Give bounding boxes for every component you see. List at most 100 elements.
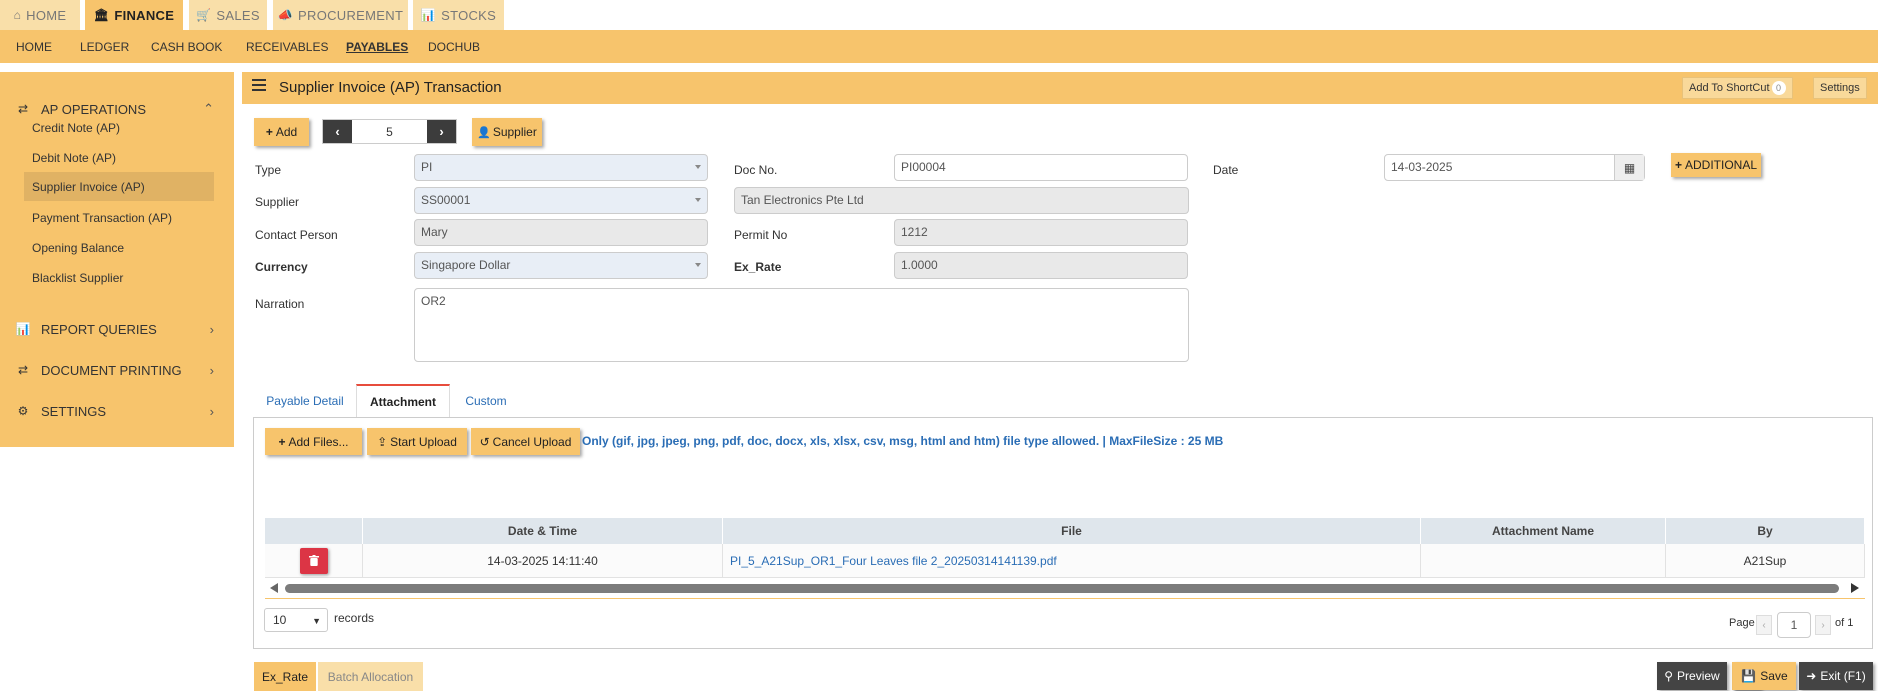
- supplier-label: Supplier: [255, 195, 300, 209]
- module-tabs: ⌂ HOME 🏛 FINANCE 🛒 SALES 📣 PROCUREMENT 📊…: [0, 0, 1878, 30]
- sidebar-item-credit-note[interactable]: Credit Note (AP): [24, 113, 214, 142]
- chevron-right-icon: ›: [209, 403, 214, 419]
- plus-icon: +: [278, 434, 286, 449]
- start-upload-button[interactable]: ⇪ Start Upload: [367, 428, 467, 455]
- shortcut-count-badge: 0: [1771, 81, 1786, 95]
- exit-button[interactable]: ➜ Exit (F1): [1799, 662, 1873, 690]
- sidebar-item-debit-note[interactable]: Debit Note (AP): [24, 143, 214, 172]
- finance-submenu: HOME LEDGER CASH BOOK RECEIVABLES PAYABL…: [0, 30, 1878, 63]
- column-header-actions: [265, 518, 363, 544]
- page-titlebar: Supplier Invoice (AP) Transaction Add To…: [242, 72, 1878, 104]
- scroll-right-icon[interactable]: [1851, 583, 1859, 593]
- caret-down-icon: [695, 198, 701, 202]
- add-files-button[interactable]: + Add Files...: [265, 428, 362, 455]
- plus-icon: +: [1674, 158, 1682, 172]
- chevron-down-icon: ▼: [312, 616, 321, 626]
- module-tab-finance[interactable]: 🏛 FINANCE: [85, 0, 183, 30]
- ex-rate-label: Ex_Rate: [734, 260, 782, 274]
- caret-down-icon: [695, 263, 701, 267]
- cancel-upload-button[interactable]: ↺ Cancel Upload: [471, 428, 580, 455]
- column-header-by[interactable]: By: [1666, 518, 1865, 544]
- floppy-disk-icon: 💾: [1741, 669, 1757, 683]
- scroll-left-icon[interactable]: [270, 583, 278, 593]
- tab-batch-allocation[interactable]: Batch Allocation: [318, 662, 423, 691]
- tab-attachment[interactable]: Attachment: [356, 384, 450, 418]
- currency-select[interactable]: Singapore Dollar: [414, 252, 708, 279]
- bullhorn-icon: 📣: [277, 8, 294, 22]
- preview-button[interactable]: ⚲ Preview: [1657, 662, 1727, 690]
- submenu-receivables[interactable]: RECEIVABLES: [246, 30, 328, 63]
- sidebar-group-settings[interactable]: ⚙ SETTINGS ›: [0, 393, 234, 429]
- narration-textarea[interactable]: OR2: [414, 288, 1189, 362]
- delete-attachment-button[interactable]: [299, 547, 328, 574]
- cart-icon: 🛒: [196, 8, 212, 22]
- undo-icon: ↺: [479, 434, 490, 449]
- submenu-dochub[interactable]: DOCHUB: [428, 30, 480, 63]
- module-tab-stocks[interactable]: 📊 STOCKS: [413, 0, 504, 30]
- next-record-button[interactable]: ›: [427, 120, 456, 143]
- bank-icon: 🏛: [93, 8, 110, 22]
- column-header-file[interactable]: File: [723, 518, 1421, 544]
- supplier-name-field: Tan Electronics Pte Ltd: [734, 187, 1189, 214]
- page-number-input[interactable]: 1: [1777, 612, 1811, 638]
- scrollbar-thumb[interactable]: [285, 584, 1839, 593]
- table-cell-actions: [265, 544, 363, 578]
- record-number-input[interactable]: 5: [352, 120, 427, 143]
- tab-ex-rate[interactable]: Ex_Rate: [254, 662, 316, 691]
- horizontal-scrollbar[interactable]: [265, 581, 1865, 595]
- page-title: Supplier Invoice (AP) Transaction: [279, 79, 502, 96]
- ex-rate-input[interactable]: 1.0000: [894, 252, 1188, 279]
- table-cell-attachment-name: [1421, 544, 1666, 578]
- chevron-right-icon: ›: [209, 321, 214, 337]
- attachment-file-link[interactable]: PI_5_A21Sup_OR1_Four Leaves file 2_20250…: [730, 554, 1057, 568]
- submenu-payables[interactable]: PAYABLES: [346, 30, 408, 63]
- contact-person-input[interactable]: Mary: [414, 219, 708, 246]
- docno-label: Doc No.: [734, 163, 778, 177]
- table-cell-file: PI_5_A21Sup_OR1_Four Leaves file 2_20250…: [723, 544, 1421, 578]
- add-to-shortcut-button[interactable]: Add To ShortCut 0: [1682, 77, 1793, 99]
- supplier-select[interactable]: SS00001: [414, 187, 708, 214]
- previous-record-button[interactable]: ‹: [323, 120, 352, 143]
- chevron-right-icon: ›: [209, 362, 214, 378]
- save-button[interactable]: 💾 Save: [1733, 662, 1796, 690]
- add-button[interactable]: + Add: [254, 118, 309, 146]
- additional-button[interactable]: + ADDITIONAL: [1671, 153, 1761, 177]
- page-size-select[interactable]: 10 ▼: [264, 608, 328, 632]
- sidebar-group-report-queries[interactable]: 📊 REPORT QUERIES ›: [0, 311, 234, 347]
- records-label: records: [334, 611, 375, 625]
- sidebar-item-blacklist-supplier[interactable]: Blacklist Supplier: [24, 263, 214, 292]
- permit-no-input[interactable]: 1212: [894, 219, 1188, 246]
- settings-button[interactable]: Settings: [1813, 77, 1867, 99]
- tab-custom[interactable]: Custom: [456, 384, 516, 418]
- calendar-icon[interactable]: ▦: [1614, 155, 1644, 180]
- submenu-ledger[interactable]: LEDGER: [80, 30, 129, 63]
- supplier-button[interactable]: 👤 Supplier: [472, 118, 542, 146]
- bar-chart-icon: 📊: [15, 322, 31, 336]
- sidebar-group-document-printing[interactable]: ⇄ DOCUMENT PRINTING ›: [0, 352, 234, 388]
- docno-input[interactable]: PI00004: [894, 154, 1188, 181]
- column-header-attachment-name[interactable]: Attachment Name: [1421, 518, 1666, 544]
- sidebar-item-supplier-invoice[interactable]: Supplier Invoice (AP): [24, 172, 214, 201]
- date-label: Date: [1213, 163, 1239, 177]
- record-navigator: ‹ 5 ›: [322, 119, 457, 144]
- sidebar-item-opening-balance[interactable]: Opening Balance: [24, 233, 214, 262]
- sidebar-item-payment-transaction[interactable]: Payment Transaction (AP): [24, 203, 214, 232]
- tab-payable-detail[interactable]: Payable Detail: [260, 384, 350, 418]
- previous-page-button[interactable]: ‹: [1756, 615, 1772, 635]
- exchange-icon: ⇄: [17, 363, 29, 377]
- divider: [265, 598, 1865, 599]
- table-cell-date-time: 14-03-2025 14:11:40: [363, 544, 723, 578]
- module-tab-sales[interactable]: 🛒 SALES: [189, 0, 267, 30]
- column-header-date-time[interactable]: Date & Time: [363, 518, 723, 544]
- next-page-button[interactable]: ›: [1815, 615, 1831, 635]
- page-count-label: of 1: [1835, 617, 1854, 629]
- type-select[interactable]: PI: [414, 154, 708, 181]
- caret-down-icon: [695, 165, 701, 169]
- module-tab-home[interactable]: ⌂ HOME: [0, 0, 80, 30]
- submenu-home[interactable]: HOME: [16, 30, 52, 63]
- submenu-cash-book[interactable]: CASH BOOK: [151, 30, 222, 63]
- module-tab-procurement[interactable]: 📣 PROCUREMENT: [273, 0, 408, 30]
- date-input[interactable]: 14-03-2025 ▦: [1384, 154, 1645, 181]
- search-icon: ⚲: [1664, 669, 1674, 683]
- hamburger-menu-icon[interactable]: [252, 79, 266, 93]
